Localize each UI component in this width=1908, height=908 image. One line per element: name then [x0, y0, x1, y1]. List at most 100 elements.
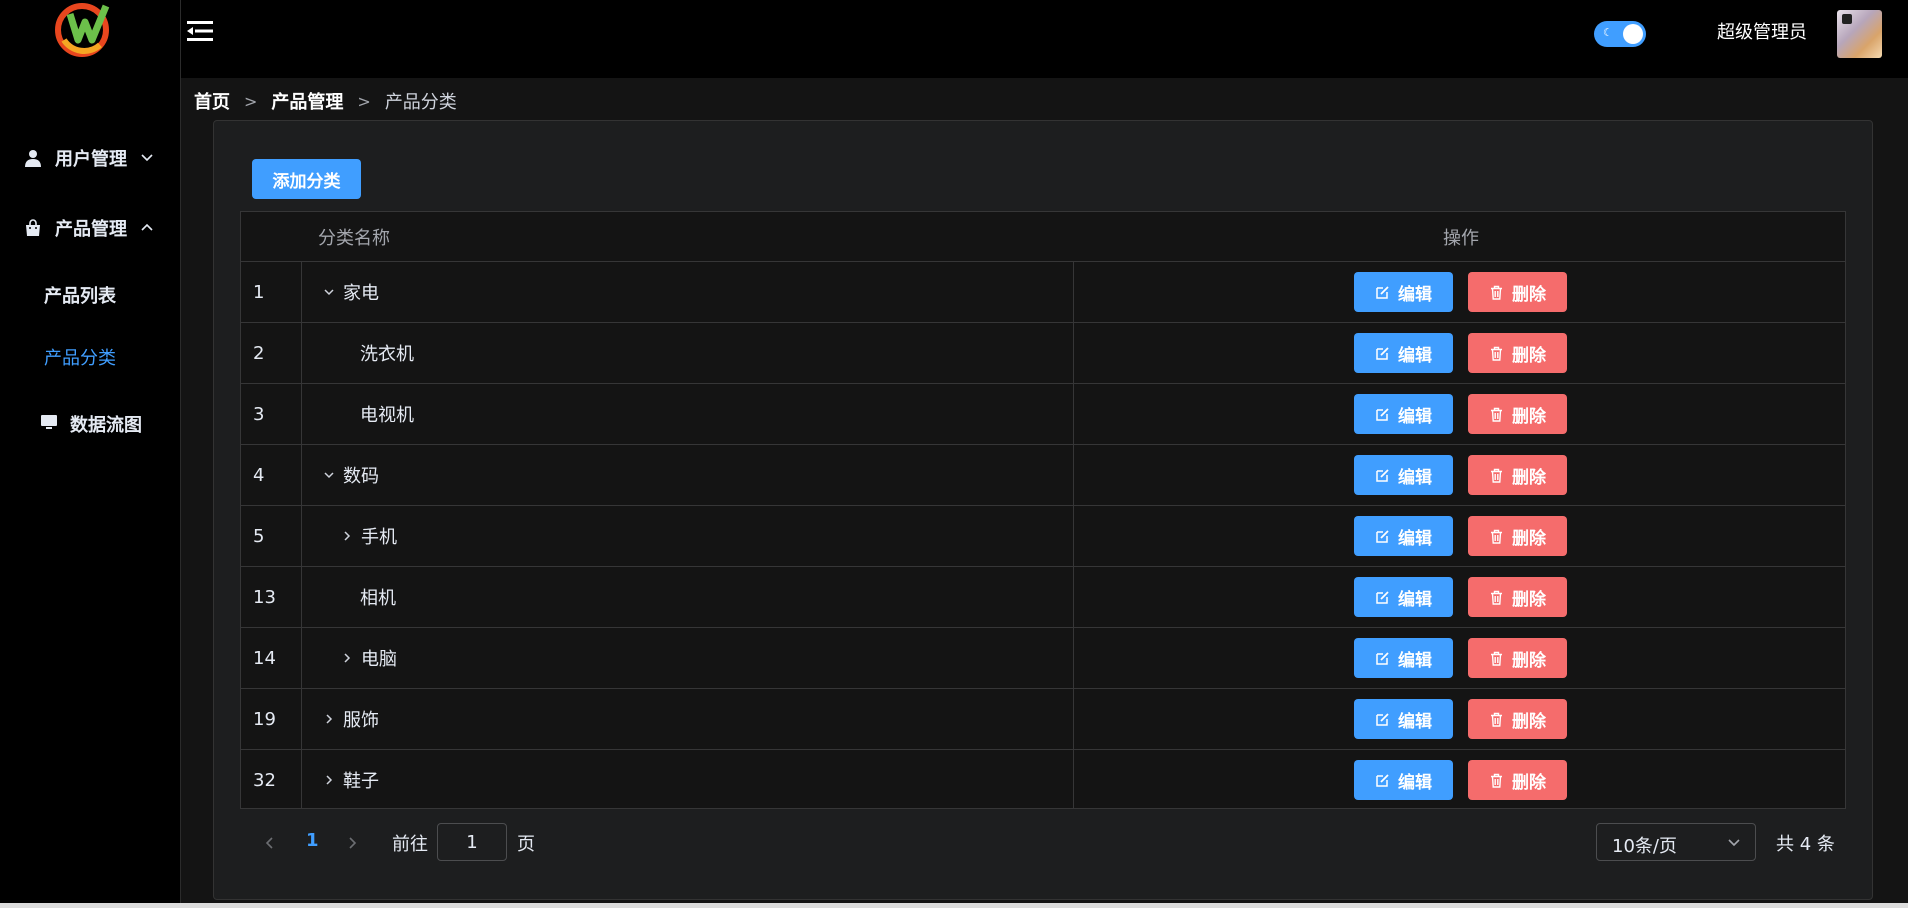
goto-page-input[interactable]	[437, 823, 507, 861]
trash-icon	[1491, 651, 1502, 666]
delete-button[interactable]: 删除	[1468, 333, 1567, 373]
next-page-icon[interactable]	[342, 833, 362, 853]
category-name-cell: 鞋子	[321, 750, 379, 810]
page-size-select[interactable]: 10条/页	[1596, 823, 1756, 861]
tree-expand-right-icon[interactable]	[339, 650, 355, 666]
category-name: 电视机	[360, 405, 414, 426]
edit-label: 编辑	[1398, 406, 1432, 427]
user-name[interactable]: 超级管理员	[1717, 18, 1807, 44]
sidebar-group-user-management[interactable]: 用户管理	[0, 138, 180, 178]
shopping-bag-icon	[24, 219, 42, 237]
edit-label: 编辑	[1398, 528, 1432, 549]
trash-icon	[1491, 285, 1502, 300]
delete-label: 删除	[1512, 589, 1546, 610]
delete-button[interactable]: 删除	[1468, 760, 1567, 800]
edit-icon	[1376, 712, 1389, 726]
trash-icon	[1491, 773, 1502, 788]
total-count: 共 4 条	[1776, 834, 1835, 855]
edit-button[interactable]: 编辑	[1354, 638, 1453, 678]
delete-button[interactable]: 删除	[1468, 577, 1567, 617]
delete-label: 删除	[1512, 711, 1546, 732]
table-row: 1 家电 编辑 删除	[241, 262, 1845, 323]
tree-expand-right-icon[interactable]	[321, 772, 337, 788]
sidebar-group-label: 数据流图	[70, 415, 142, 436]
category-name-cell: 电脑	[339, 628, 397, 688]
trash-icon	[1491, 468, 1502, 483]
table-header: 分类名称 操作	[241, 212, 1845, 262]
top-header: ☾ 超级管理员	[181, 0, 1908, 78]
prev-page-icon[interactable]	[260, 833, 280, 853]
row-index: 2	[253, 342, 265, 364]
tree-expand-right-icon[interactable]	[321, 711, 337, 727]
sidebar-group-label: 用户管理	[55, 149, 127, 170]
category-name: 洗衣机	[360, 344, 414, 365]
edit-button[interactable]: 编辑	[1354, 333, 1453, 373]
category-name: 电脑	[361, 649, 397, 670]
breadcrumb-product-management[interactable]: 产品管理	[271, 88, 343, 114]
chevron-down-icon	[1728, 839, 1740, 847]
chevron-down-icon	[141, 154, 153, 162]
category-name: 相机	[360, 588, 396, 609]
page-number-current[interactable]: 1	[306, 830, 319, 851]
trash-icon	[1491, 529, 1502, 544]
delete-button[interactable]: 删除	[1468, 272, 1567, 312]
edit-button[interactable]: 编辑	[1354, 455, 1453, 495]
sidebar-item-product-list[interactable]: 产品列表	[44, 282, 116, 308]
delete-button[interactable]: 删除	[1468, 455, 1567, 495]
goto-suffix: 页	[517, 834, 535, 855]
edit-icon	[1376, 285, 1389, 299]
breadcrumb-home[interactable]: 首页	[194, 88, 230, 114]
breadcrumb: 首页 > 产品管理 > 产品分类	[194, 88, 457, 114]
category-name-cell: 服饰	[321, 689, 379, 749]
edit-label: 编辑	[1398, 589, 1432, 610]
tree-expand-right-icon[interactable]	[339, 528, 355, 544]
tree-expand-down-icon[interactable]	[321, 284, 337, 300]
edit-button[interactable]: 编辑	[1354, 760, 1453, 800]
edit-button[interactable]: 编辑	[1354, 699, 1453, 739]
sidebar-group-label: 产品管理	[55, 219, 127, 240]
delete-button[interactable]: 删除	[1468, 638, 1567, 678]
row-index: 4	[253, 464, 265, 486]
edit-label: 编辑	[1398, 772, 1432, 793]
category-name: 服饰	[343, 710, 379, 731]
category-name-cell: 洗衣机	[360, 323, 414, 383]
sidebar-item-product-category[interactable]: 产品分类	[44, 344, 116, 370]
edit-label: 编辑	[1398, 284, 1432, 305]
row-index: 19	[253, 708, 276, 730]
chevron-up-icon	[141, 223, 153, 231]
edit-button[interactable]: 编辑	[1354, 394, 1453, 434]
table-row: 14 电脑 编辑 删除	[241, 628, 1845, 689]
sidebar-group-product-management[interactable]: 产品管理	[0, 208, 180, 248]
edit-icon	[1376, 651, 1389, 665]
collapse-menu-icon[interactable]	[187, 19, 213, 43]
sidebar-item-data-flow[interactable]: 数据流图	[0, 402, 180, 442]
edit-button[interactable]: 编辑	[1354, 516, 1453, 556]
category-name: 家电	[343, 283, 379, 304]
table-row: 32 鞋子 编辑 删除	[241, 750, 1845, 811]
row-index: 13	[253, 586, 276, 608]
add-category-button[interactable]: 添加分类	[252, 159, 361, 199]
row-index: 14	[253, 647, 276, 669]
tree-expand-down-icon[interactable]	[321, 467, 337, 483]
delete-label: 删除	[1512, 406, 1546, 427]
edit-icon	[1376, 773, 1389, 787]
delete-button[interactable]: 删除	[1468, 516, 1567, 556]
row-index: 32	[253, 769, 276, 791]
edit-icon	[1376, 346, 1389, 360]
table-row: 2 洗衣机 编辑 删除	[241, 323, 1845, 384]
category-table: 分类名称 操作 1 家电 编辑 删除 2 洗衣机 编辑 删除 3 电视机 编辑 删除 4 数码 编辑 删除 5 手…	[240, 211, 1846, 809]
edit-icon	[1376, 468, 1389, 482]
page-size-value: 10条/页	[1612, 836, 1677, 857]
avatar-image	[1842, 14, 1852, 24]
edit-button[interactable]: 编辑	[1354, 272, 1453, 312]
table-row: 19 服饰 编辑 删除	[241, 689, 1845, 750]
edit-button[interactable]: 编辑	[1354, 577, 1453, 617]
avatar[interactable]	[1837, 10, 1882, 58]
trash-icon	[1491, 590, 1502, 605]
edit-icon	[1376, 407, 1389, 421]
delete-button[interactable]: 删除	[1468, 699, 1567, 739]
category-name-cell: 手机	[339, 506, 397, 566]
delete-button[interactable]: 删除	[1468, 394, 1567, 434]
logo-icon	[55, 3, 110, 57]
dark-mode-toggle[interactable]: ☾	[1594, 21, 1646, 47]
